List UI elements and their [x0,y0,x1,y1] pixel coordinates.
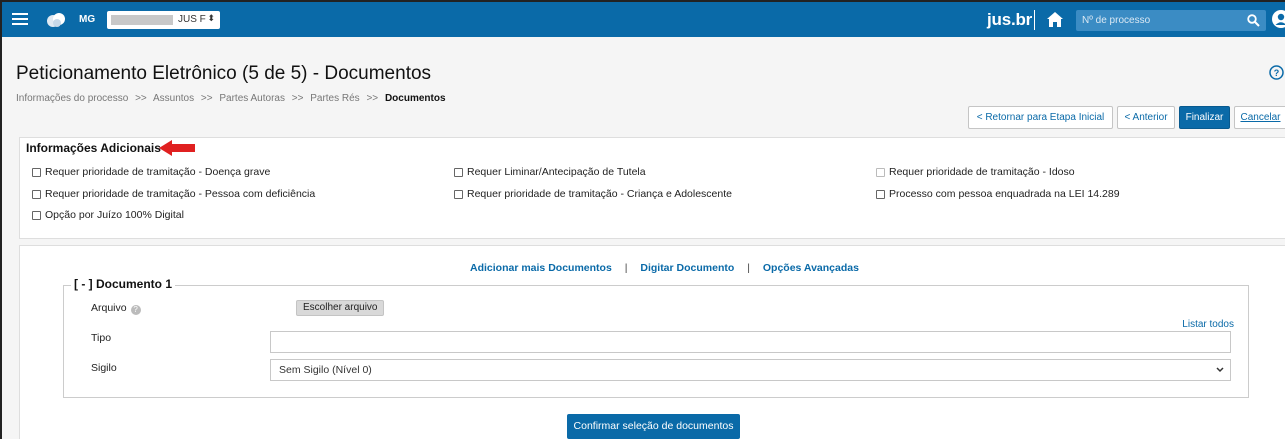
search-icon[interactable] [1247,14,1260,27]
checkbox-label: Processo com pessoa enquadrada na LEI 14… [889,188,1120,200]
cancel-button[interactable]: Cancelar [1234,106,1285,129]
type-input[interactable] [270,331,1231,353]
divider [1034,10,1035,30]
help-icon[interactable]: ? [1269,65,1284,80]
checkbox-label: Requer prioridade de tramitação - Doença… [45,166,271,178]
orgao-select-value: JUS F [178,14,206,25]
breadcrumb-item[interactable]: Informações do processo [16,93,128,104]
choose-file-button[interactable]: Escolher arquivo [296,300,385,316]
checkbox-lei-14289[interactable]: Processo com pessoa enquadrada na LEI 14… [876,188,1120,200]
checkbox-box[interactable] [32,210,41,220]
secrecy-select-value: Sem Sigilo (Nível 0) [279,364,372,376]
document-legend[interactable]: [ - ] Documento 1 [71,277,175,291]
type-document-link[interactable]: Digitar Documento [640,262,734,274]
page-frame: MG JUS F ⬍ jus.br Peticionamento Eletrôn… [0,0,1285,439]
checkbox-box[interactable] [876,167,885,177]
breadcrumb-item[interactable]: Partes Rés [310,93,359,104]
type-label: Tipo [91,332,112,344]
page-title: Peticionamento Eletrônico (5 de 5) - Doc… [16,63,432,84]
document-actions: Adicionar mais Documentos | Digitar Docu… [470,262,859,274]
info-icon[interactable]: ? [130,305,141,315]
chevron-down-icon [1216,367,1224,373]
advanced-options-link[interactable]: Opções Avançadas [763,262,859,274]
file-label-wrap: Arquivo? [91,302,141,315]
orgao-select[interactable]: JUS F ⬍ [107,11,220,29]
secrecy-select[interactable]: Sem Sigilo (Nível 0) [270,359,1231,381]
checkbox-label: Requer prioridade de tramitação - Idoso [889,166,1075,178]
checkbox-box[interactable] [454,189,463,199]
confirm-documents-button[interactable]: Confirmar seleção de documentos [567,414,740,439]
menu-icon[interactable] [12,13,28,25]
link-separator: | [624,262,628,274]
checkbox-box[interactable] [876,189,885,199]
checkbox-pessoa-deficiencia[interactable]: Requer prioridade de tramitação - Pessoa… [32,188,315,200]
checkbox-label: Opção por Juízo 100% Digital [45,209,184,221]
breadcrumb-separator: >> [291,93,304,104]
checkbox-juizo-digital[interactable]: Opção por Juízo 100% Digital [32,209,184,221]
checkbox-label: Requer Liminar/Antecipação de Tutela [467,166,646,178]
checkbox-crianca-adolescente[interactable]: Requer prioridade de tramitação - Crianç… [454,188,732,200]
link-separator: | [747,262,750,274]
breadcrumb: Informações do processo >> Assuntos >> P… [16,93,446,104]
additional-info-panel: Informações Adicionais Requer prioridade… [19,137,1285,239]
checkbox-label: Requer prioridade de tramitação - Crianç… [467,188,732,200]
arrow-left-icon [159,140,195,156]
documents-panel: Adicionar mais Documentos | Digitar Docu… [19,245,1285,439]
return-initial-button[interactable]: < Retornar para Etapa Inicial [968,106,1113,129]
process-number-input[interactable] [1082,13,1232,28]
breadcrumb-separator: >> [135,93,147,104]
previous-button[interactable]: < Anterior [1117,106,1175,129]
checkbox-box[interactable] [32,189,41,199]
additional-info-title: Informações Adicionais [26,141,161,155]
select-arrows-icon: ⬍ [207,13,215,23]
finish-button[interactable]: Finalizar [1179,106,1230,129]
breadcrumb-item[interactable]: Partes Autoras [219,93,285,104]
cloud-icon [47,13,65,27]
checkbox-box[interactable] [454,167,463,177]
redacted-text [111,15,173,25]
file-label: Arquivo [91,302,127,314]
checkbox-label: Requer prioridade de tramitação - Pessoa… [45,188,316,200]
home-icon[interactable] [1046,11,1064,28]
breadcrumb-separator: >> [366,93,379,104]
brand-logo[interactable]: jus.br [987,10,1032,30]
breadcrumb-item[interactable]: Assuntos [153,93,194,104]
user-icon[interactable] [1272,10,1285,28]
checkbox-liminar[interactable]: Requer Liminar/Antecipação de Tutela [454,166,646,178]
breadcrumb-current: Documentos [384,93,446,104]
top-navigation-bar: MG JUS F ⬍ jus.br [2,2,1285,37]
region-label: MG [79,14,96,25]
process-search [1076,10,1266,31]
add-documents-link[interactable]: Adicionar mais Documentos [470,262,612,274]
secrecy-label: Sigilo [91,362,117,374]
checkbox-box[interactable] [32,167,41,177]
checkbox-idoso[interactable]: Requer prioridade de tramitação - Idoso [876,166,1075,178]
document-fieldset: [ - ] Documento 1 Arquivo? Escolher arqu… [63,277,1249,398]
breadcrumb-separator: >> [200,93,213,104]
svg-text:?: ? [1274,68,1280,78]
list-all-link[interactable]: Listar todos [1182,319,1234,330]
checkbox-doenca-grave[interactable]: Requer prioridade de tramitação - Doença… [32,166,270,178]
